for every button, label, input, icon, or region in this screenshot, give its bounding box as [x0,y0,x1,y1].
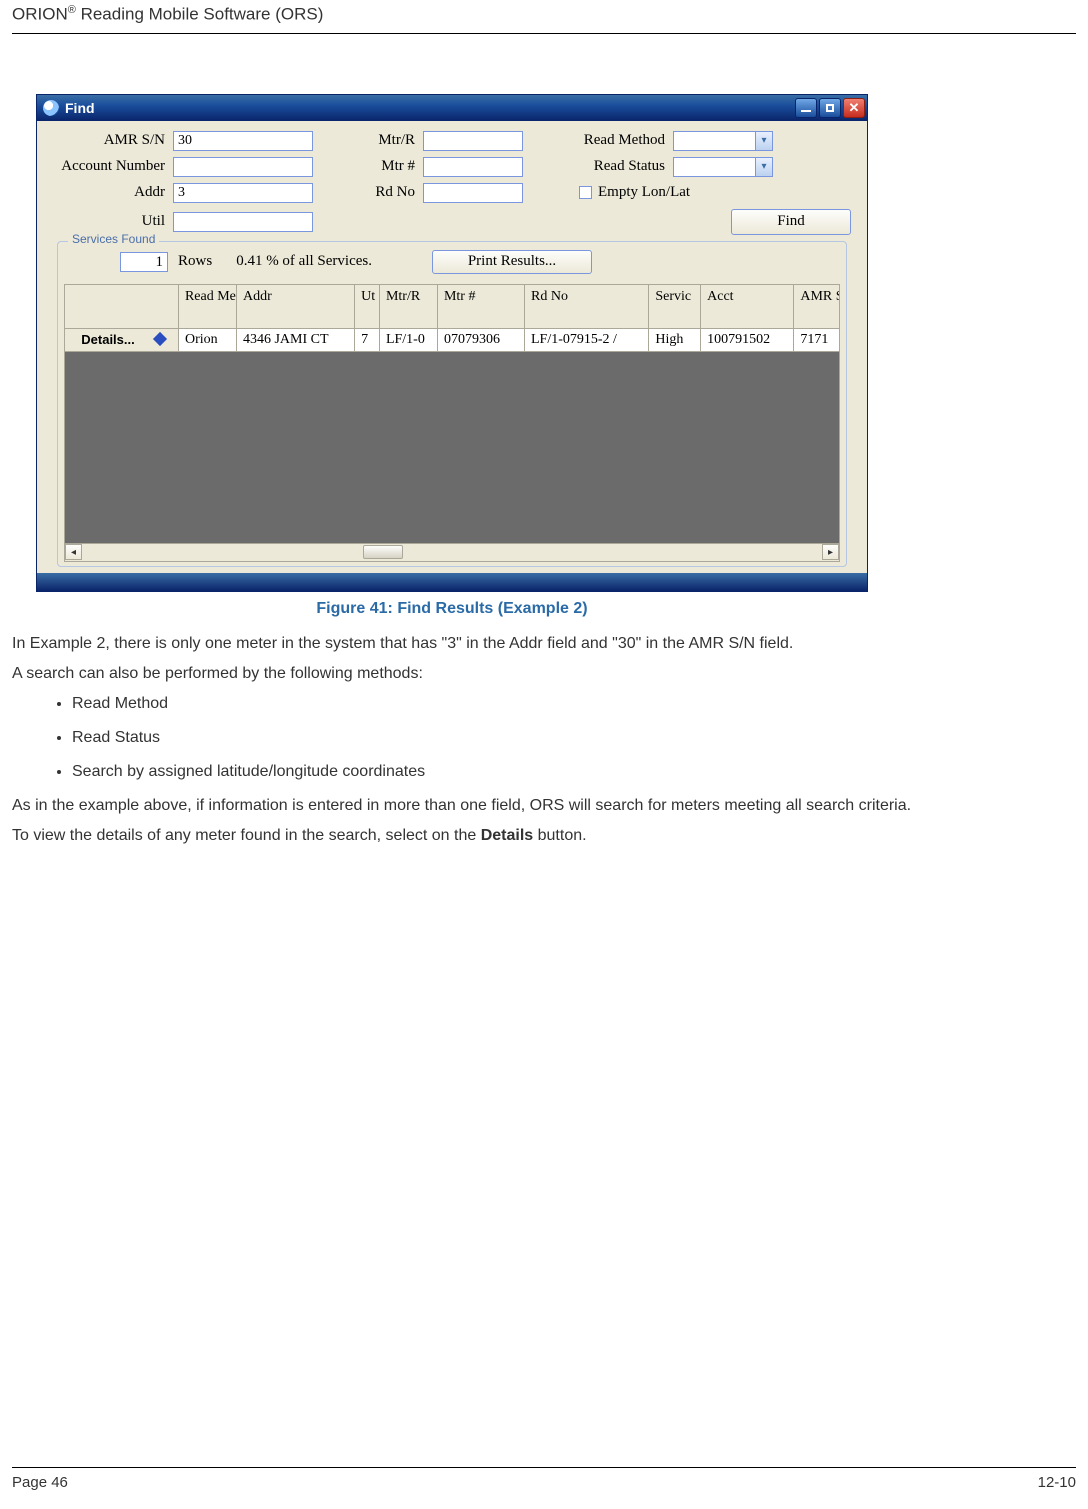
body-p4: To view the details of any meter found i… [12,824,1076,848]
col-servic[interactable]: Servic [649,284,701,328]
header-rule [12,33,1076,34]
amr-sn-label: AMR S/N [53,132,173,149]
header-title-prefix: ORION [12,5,68,24]
results-grid: Read Method Addr Ut Mtr/R Mtr # Rd No Se… [64,284,840,562]
rd-no-label: Rd No [353,184,423,201]
checkbox-icon [579,186,592,199]
scroll-left-icon[interactable]: ◂ [65,544,82,560]
body-li1: Read Method [72,692,1076,716]
page-number: Page 46 [12,1474,68,1491]
chevron-down-icon: ▾ [756,157,773,177]
rd-no-input[interactable] [423,183,523,203]
read-status-label: Read Status [563,158,673,175]
percent-label: 0.41 % of all Services. [236,253,372,270]
diamond-icon [152,332,166,346]
app-icon [43,100,59,116]
mtr-r-input[interactable] [423,131,523,151]
body-p2: A search can also be performed by the fo… [12,662,1076,686]
rows-label: Rows [178,253,212,270]
body-p1: In Example 2, there is only one meter in… [12,632,1076,656]
grid-data-row[interactable]: Details... Orion 4346 JAMI CT 7 LF/1-0 0… [65,328,840,351]
mtr-r-label: Mtr/R [353,132,423,149]
header-title-suffix: Reading Mobile Software (ORS) [76,5,324,24]
col-ut[interactable]: Ut [355,284,380,328]
mtr-num-input[interactable] [423,157,523,177]
account-number-input[interactable] [173,157,313,177]
find-window: Find ✕ AMR S/N 30 Mtr/R Read Method ▾ [36,94,868,592]
scroll-thumb[interactable] [363,545,403,559]
cell-rd-no: LF/1-07915-2 / [525,328,649,351]
body-p3: As in the example above, if information … [12,794,1076,818]
cell-mtr-r: LF/1-0 [379,328,437,351]
col-addr[interactable]: Addr [236,284,354,328]
services-found-legend: Services Found [68,232,159,246]
col-amr-sn[interactable]: AMR S/N [794,284,840,328]
read-method-label: Read Method [563,132,673,149]
col-read-method[interactable]: Read Method [178,284,236,328]
figure-caption: Figure 41: Find Results (Example 2) [36,600,868,618]
titlebar: Find ✕ [37,95,867,121]
minimize-button[interactable] [795,98,817,118]
close-button[interactable]: ✕ [843,98,865,118]
body-list: Read Method Read Status Search by assign… [12,692,1076,784]
grid-empty-area [64,352,840,544]
horizontal-scrollbar[interactable]: ◂ ▸ [64,544,840,562]
body-li3: Search by assigned latitude/longitude co… [72,760,1076,784]
window-title: Find [65,100,793,116]
col-mtr-num[interactable]: Mtr # [437,284,524,328]
scroll-right-icon[interactable]: ▸ [822,544,839,560]
search-form: AMR S/N 30 Mtr/R Read Method ▾ Account N… [37,121,867,573]
cell-mtr-num: 07079306 [437,328,524,351]
col-rd-no[interactable]: Rd No [525,284,649,328]
grid-header-row: Read Method Addr Ut Mtr/R Mtr # Rd No Se… [65,284,840,328]
document-header: ORION® Reading Mobile Software (ORS) [0,0,1088,31]
revision-number: 12-10 [1038,1474,1076,1491]
read-method-dropdown[interactable]: ▾ [673,131,773,151]
cell-amr-sn: 7171 [794,328,840,351]
chevron-down-icon: ▾ [756,131,773,151]
body-li2: Read Status [72,726,1076,750]
rows-count: 1 [120,252,168,272]
account-number-label: Account Number [53,158,173,175]
addr-input[interactable]: 3 [173,183,313,203]
find-button[interactable]: Find [731,209,851,235]
util-label: Util [53,213,173,230]
cell-ut: 7 [355,328,380,351]
registered-mark: ® [68,4,76,16]
maximize-button[interactable] [819,98,841,118]
cell-addr: 4346 JAMI CT [236,328,354,351]
util-input[interactable] [173,212,313,232]
col-mtr-r[interactable]: Mtr/R [379,284,437,328]
details-button[interactable]: Details... [71,331,145,348]
col-acct[interactable]: Acct [701,284,794,328]
read-status-dropdown[interactable]: ▾ [673,157,773,177]
addr-label: Addr [53,184,173,201]
window-bottom-strip [37,573,867,591]
services-found-fieldset: Services Found 1 Rows 0.41 % of all Serv… [57,241,847,567]
cell-read-method: Orion [178,328,236,351]
empty-lonlat-label: Empty Lon/Lat [598,184,690,201]
empty-lonlat-checkbox[interactable]: Empty Lon/Lat [579,184,690,201]
cell-acct: 100791502 [701,328,794,351]
cell-servic: High [649,328,701,351]
print-results-button[interactable]: Print Results... [432,250,592,274]
amr-sn-input[interactable]: 30 [173,131,313,151]
mtr-num-label: Mtr # [353,158,423,175]
